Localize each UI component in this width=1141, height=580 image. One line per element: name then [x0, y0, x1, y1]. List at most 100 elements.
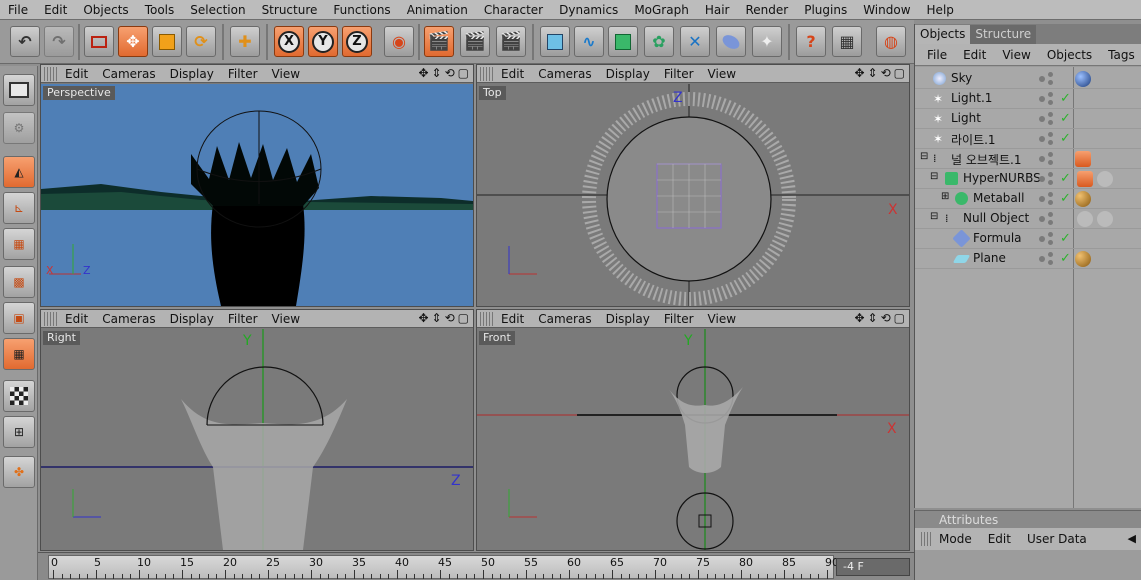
object-name[interactable]: 라이트.1: [951, 131, 996, 148]
object-row-light-1[interactable]: ✶ Light.1 ✓: [915, 89, 1141, 109]
menu-character[interactable]: Character: [476, 3, 551, 17]
object-row-sky[interactable]: Sky: [915, 69, 1141, 89]
object-row-light-korean[interactable]: ✶ 라이트.1 ✓: [915, 129, 1141, 149]
texture-mode-button[interactable]: ▩: [3, 266, 35, 298]
environment-button[interactable]: [716, 26, 746, 57]
front-canvas[interactable]: Front Y X: [477, 329, 909, 550]
gear-tag-icon[interactable]: [1077, 211, 1093, 227]
enabled-check-icon[interactable]: ✓: [1060, 231, 1071, 246]
orbit-icon[interactable]: ⟲: [445, 66, 455, 80]
visibility-dots[interactable]: [1039, 92, 1055, 106]
cube-button[interactable]: [540, 26, 570, 57]
object-row-formula[interactable]: Formula ✓: [915, 229, 1141, 249]
nurbs-button[interactable]: [608, 26, 638, 57]
menu-hair[interactable]: Hair: [697, 3, 738, 17]
undo-button[interactable]: ↶: [10, 26, 40, 57]
menu-structure[interactable]: Structure: [254, 3, 326, 17]
zoom-icon[interactable]: ⇕: [868, 311, 878, 325]
menu-mograph[interactable]: MoGraph: [626, 3, 697, 17]
maximize-icon[interactable]: ▢: [458, 66, 469, 80]
menu-tools[interactable]: Tools: [137, 3, 183, 17]
menu-window[interactable]: Window: [855, 3, 918, 17]
object-name[interactable]: Plane: [973, 251, 1006, 265]
objects-menu-edit[interactable]: Edit: [955, 48, 994, 62]
clapper-tag-icon[interactable]: [1077, 171, 1093, 187]
spline-button[interactable]: ∿: [574, 26, 604, 57]
viewport-menu-edit[interactable]: Edit: [494, 312, 531, 326]
workplane-button[interactable]: ▣: [3, 302, 35, 334]
visibility-dots[interactable]: [1039, 252, 1055, 266]
coordinate-system-button[interactable]: ◉: [384, 26, 414, 57]
points-mode-button[interactable]: ◭: [3, 156, 35, 188]
viewport-perspective[interactable]: Edit Cameras Display Filter View ✥ ⇕ ⟲ ▢ Pe…: [40, 64, 474, 307]
tab-structure[interactable]: Structure: [970, 25, 1037, 44]
visibility-dots[interactable]: [1039, 112, 1055, 126]
viewport-menu-view[interactable]: View: [265, 67, 307, 81]
browser-button[interactable]: ◍: [876, 26, 906, 57]
z-axis-lock-button[interactable]: Z: [342, 26, 372, 57]
scale-tool-button[interactable]: [152, 26, 182, 57]
visibility-dots[interactable]: [1039, 232, 1055, 246]
clapper-tag-icon[interactable]: [1075, 151, 1091, 167]
redo-button[interactable]: ↷: [44, 26, 74, 57]
arrow-left-icon[interactable]: ◀: [1128, 532, 1136, 545]
object-name[interactable]: 널 오브젝트.1: [951, 151, 1021, 168]
menu-objects[interactable]: Objects: [75, 3, 136, 17]
attributes-menu-edit[interactable]: Edit: [980, 532, 1019, 546]
snapping-button[interactable]: [3, 380, 35, 412]
menu-file[interactable]: File: [0, 3, 36, 17]
object-row-hypernurbs[interactable]: ⊟ HyperNURBS ✓: [915, 169, 1141, 189]
object-name[interactable]: Sky: [951, 71, 972, 85]
viewport-right[interactable]: Edit Cameras Display Filter View ✥ ⇕ ⟲ ▢ Ri…: [40, 309, 474, 551]
viewport-menu-view[interactable]: View: [265, 312, 307, 326]
render-settings-button[interactable]: 🎬: [496, 26, 526, 57]
rotate-tool-button[interactable]: ⟳: [186, 26, 216, 57]
viewport-menu-edit[interactable]: Edit: [58, 67, 95, 81]
menu-selection[interactable]: Selection: [182, 3, 253, 17]
pan-icon[interactable]: ✥: [418, 311, 428, 325]
object-row-null-korean[interactable]: ⊟ ⁞ 널 오브젝트.1: [915, 149, 1141, 169]
object-name[interactable]: Light.1: [951, 91, 992, 105]
menu-animation[interactable]: Animation: [399, 3, 476, 17]
viewport-menu-view[interactable]: View: [701, 312, 743, 326]
texture-tag-icon[interactable]: [1075, 251, 1091, 267]
zoom-icon[interactable]: ⇕: [868, 66, 878, 80]
viewport-menu-display[interactable]: Display: [599, 312, 657, 326]
enabled-check-icon[interactable]: ✓: [1060, 251, 1071, 266]
texture-tag-icon[interactable]: [1075, 191, 1091, 207]
visibility-dots[interactable]: [1039, 152, 1055, 166]
polygons-mode-button[interactable]: ▦: [3, 228, 35, 260]
tweak-mode-button[interactable]: ▦: [3, 338, 35, 370]
collapse-icon[interactable]: ⊟: [930, 211, 938, 222]
object-row-light[interactable]: ✶ Light ✓: [915, 109, 1141, 129]
menu-help[interactable]: Help: [919, 3, 962, 17]
viewport-menu-filter[interactable]: Filter: [221, 67, 265, 81]
visibility-dots[interactable]: [1039, 212, 1055, 226]
object-row-metaball[interactable]: ⊞ Metaball ✓: [915, 189, 1141, 209]
viewport-menu-cameras[interactable]: Cameras: [531, 312, 598, 326]
enabled-check-icon[interactable]: ✓: [1060, 191, 1071, 206]
collapse-icon[interactable]: ⊟: [920, 151, 928, 162]
viewport-top[interactable]: Edit Cameras Display Filter View ✥ ⇕ ⟲ ▢ To…: [476, 64, 910, 307]
pan-icon[interactable]: ✥: [854, 311, 864, 325]
objects-menu-tags[interactable]: Tags: [1100, 48, 1141, 62]
attributes-menu-user-data[interactable]: User Data: [1019, 532, 1095, 546]
right-canvas[interactable]: Right Y Z: [41, 329, 473, 550]
attributes-title[interactable]: Attributes: [915, 510, 1141, 528]
current-frame-field[interactable]: -4 F: [836, 558, 910, 576]
timeline-ruler[interactable]: 0 5 10 15 20 25 30 35 40 45 50 55 60 65 70 75 80 85 90: [48, 555, 839, 579]
objects-menu-objects[interactable]: Objects: [1039, 48, 1100, 62]
use-model-tool-button[interactable]: [3, 74, 35, 106]
object-name[interactable]: Metaball: [973, 191, 1024, 205]
menu-plugins[interactable]: Plugins: [796, 3, 855, 17]
light-button[interactable]: ✦: [752, 26, 782, 57]
viewport-menu-edit[interactable]: Edit: [494, 67, 531, 81]
render-view-button[interactable]: 🎬: [424, 26, 454, 57]
gear-tag-icon[interactable]: [1097, 171, 1113, 187]
pan-icon[interactable]: ✥: [418, 66, 428, 80]
viewport-menu-cameras[interactable]: Cameras: [531, 67, 598, 81]
menu-edit[interactable]: Edit: [36, 3, 75, 17]
viewport-menu-filter[interactable]: Filter: [657, 312, 701, 326]
array-button[interactable]: ✿: [644, 26, 674, 57]
collapse-icon[interactable]: ⊟: [930, 171, 938, 182]
